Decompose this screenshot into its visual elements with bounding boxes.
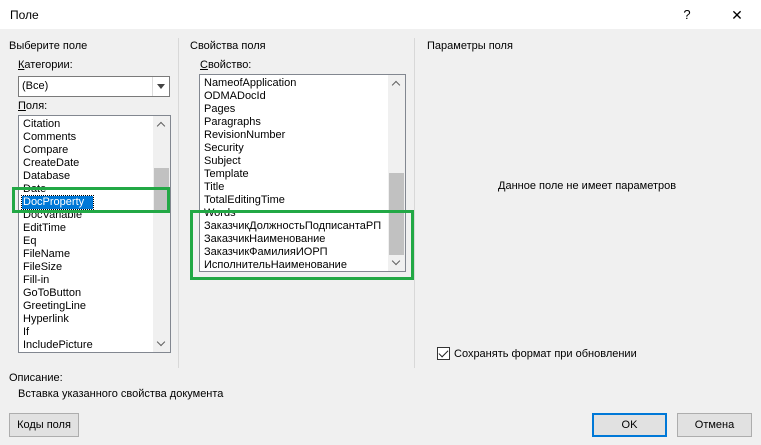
field-item[interactable]: Eq: [22, 235, 93, 248]
field-item[interactable]: Database: [22, 170, 93, 183]
field-item[interactable]: Hyperlink: [22, 313, 93, 326]
field-item[interactable]: GoToButton: [22, 287, 93, 300]
help-icon[interactable]: ?: [675, 4, 699, 26]
cancel-button[interactable]: Отмена: [677, 413, 752, 437]
categories-label: Категории:: [18, 59, 73, 71]
title-bar: Поле ? ✕: [0, 0, 761, 30]
categories-combo[interactable]: (Все): [18, 76, 170, 97]
divider-right: [414, 38, 415, 368]
fields-list[interactable]: Citation Comments Compare CreateDate Databas…: [18, 115, 171, 353]
description-label: Описание:: [9, 372, 63, 384]
scroll-up-icon[interactable]: [153, 116, 170, 133]
fields-items: Citation Comments Compare CreateDate Databas…: [21, 118, 94, 352]
field-item[interactable]: Fill-in: [22, 274, 93, 287]
property-item[interactable]: Subject: [203, 155, 381, 168]
divider-left: [178, 38, 179, 368]
property-item[interactable]: Template: [203, 168, 381, 181]
scroll-up-icon[interactable]: [388, 75, 405, 92]
choose-field-title: Выберите поле: [9, 40, 88, 52]
fields-scrollbar[interactable]: [153, 116, 170, 352]
field-item[interactable]: FileSize: [22, 261, 93, 274]
field-item[interactable]: If: [22, 326, 93, 339]
fields-label-rest: оля:: [25, 100, 48, 112]
close-icon[interactable]: ✕: [722, 4, 752, 26]
property-item[interactable]: RevisionNumber: [203, 129, 381, 142]
description-text: Вставка указанного свойства документа: [18, 388, 224, 400]
field-properties-title: Свойства поля: [190, 40, 266, 52]
field-item[interactable]: Compare: [22, 144, 93, 157]
field-item[interactable]: FileName: [22, 248, 93, 261]
field-item[interactable]: Comments: [22, 131, 93, 144]
property-item[interactable]: NameofApplication: [203, 77, 381, 90]
field-parameters-title: Параметры поля: [427, 40, 513, 52]
chevron-down-icon[interactable]: [152, 77, 169, 96]
ok-button[interactable]: OK: [592, 413, 667, 437]
highlight-custom-properties: [190, 210, 414, 280]
preserve-format-label: Сохранять формат при обновлении: [454, 348, 637, 360]
field-item[interactable]: CreateDate: [22, 157, 93, 170]
field-item[interactable]: GreetingLine: [22, 300, 93, 313]
no-params-text: Данное поле не имеет параметров: [498, 180, 677, 192]
scroll-down-icon[interactable]: [153, 335, 170, 352]
property-item[interactable]: ODMADocId: [203, 90, 381, 103]
preserve-format-checkbox[interactable]: [437, 347, 450, 360]
property-label: Свойство:: [200, 59, 252, 71]
categories-value: (Все): [22, 80, 49, 92]
field-item[interactable]: EditTime: [22, 222, 93, 235]
dialog-body: Выберите поле Категории: (Все) Поля: Cit…: [0, 30, 761, 445]
field-item[interactable]: Citation: [22, 118, 93, 131]
field-item[interactable]: IncludePicture: [22, 339, 93, 352]
field-codes-button[interactable]: Коды поля: [9, 413, 79, 437]
property-item[interactable]: Security: [203, 142, 381, 155]
property-item[interactable]: Title: [203, 181, 381, 194]
property-item[interactable]: TotalEditingTime: [203, 194, 381, 207]
fields-label: Поля:: [18, 100, 48, 112]
property-item[interactable]: Pages: [203, 103, 381, 116]
property-item[interactable]: Paragraphs: [203, 116, 381, 129]
highlight-docproperty: [12, 187, 170, 213]
property-label-rest: войство:: [207, 59, 252, 71]
categories-label-rest: атегории:: [24, 59, 73, 71]
window-title: Поле: [10, 8, 39, 22]
